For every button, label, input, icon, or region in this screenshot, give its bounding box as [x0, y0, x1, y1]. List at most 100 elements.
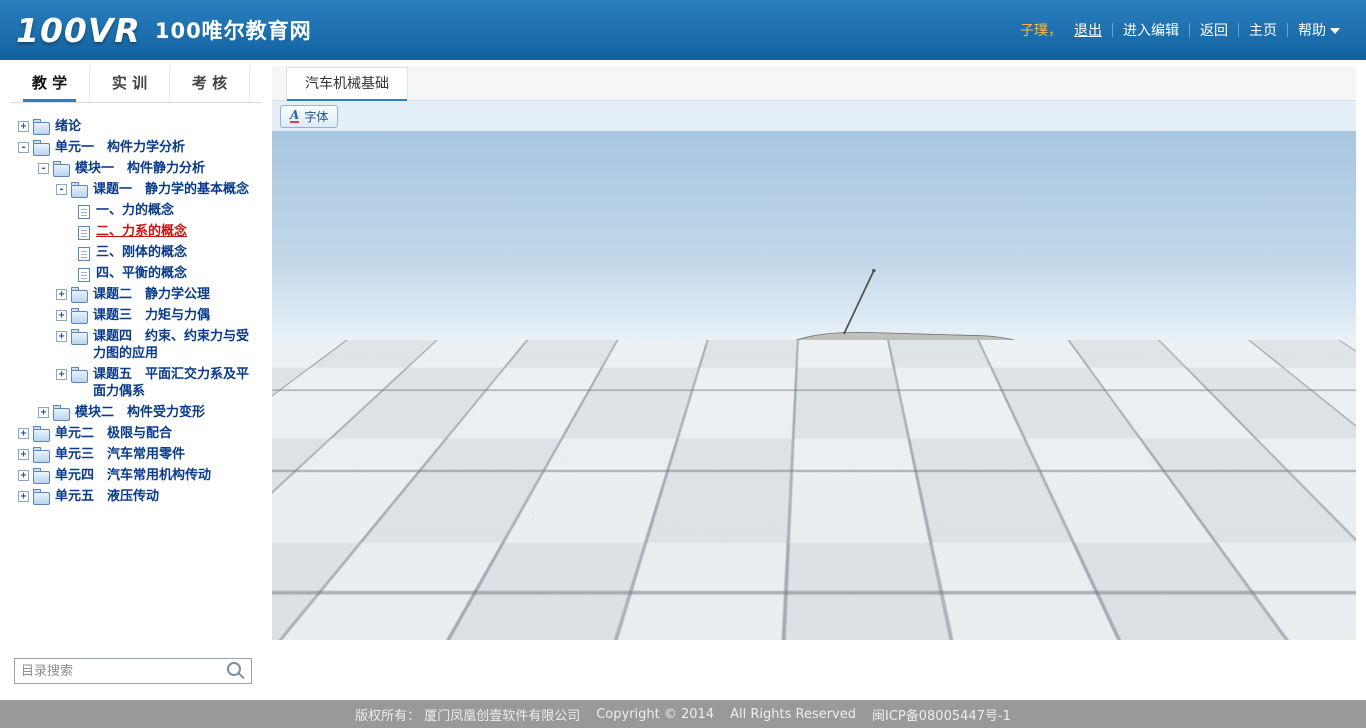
tab-training[interactable]: 实 训: [90, 66, 170, 102]
header-brand: 100VR 100唯尔教育网: [16, 0, 312, 60]
player-control-bar: [272, 592, 1356, 640]
logout-link[interactable]: 退出: [1064, 20, 1112, 40]
tree-item-label[interactable]: 二、力系的概念: [96, 223, 187, 240]
tree-item-selected[interactable]: 二、力系的概念: [10, 221, 262, 242]
header: 100VR 100唯尔教育网 子璞， 退出 进入编辑 返回 主页 帮助: [0, 0, 1366, 60]
expand-minus-icon[interactable]: -: [18, 142, 29, 153]
expand-plus-icon[interactable]: +: [18, 449, 29, 460]
viewer-3d[interactable]: [272, 131, 1356, 640]
copyright-owner: 版权所有： 厦门凤凰创壹软件有限公司: [355, 705, 580, 724]
tree-item-label[interactable]: 四、平衡的概念: [96, 265, 187, 282]
tree-item[interactable]: + 单元三 汽车常用零件: [10, 444, 262, 465]
expand-plus-icon[interactable]: +: [18, 121, 29, 132]
expand-minus-icon[interactable]: -: [56, 184, 67, 195]
header-nav: 子璞， 退出 进入编辑 返回 主页 帮助: [1020, 0, 1350, 60]
tab-assessment[interactable]: 考 核: [170, 66, 250, 102]
search-input[interactable]: [15, 664, 227, 679]
seek-track[interactable]: [272, 586, 1356, 588]
font-icon: A: [290, 109, 299, 123]
tree-item[interactable]: + 单元五 液压传动: [10, 486, 262, 507]
help-label: 帮助: [1298, 23, 1326, 39]
tab-teaching[interactable]: 教 学: [10, 66, 90, 102]
tree-item-label[interactable]: 课题一 静力学的基本概念: [93, 181, 249, 198]
play-button[interactable]: [290, 599, 324, 633]
folder-icon: [33, 429, 50, 442]
tree-item-label[interactable]: 模块一 构件静力分析: [75, 160, 205, 177]
tree-item[interactable]: + 模块二 构件受力变形: [10, 402, 262, 423]
font-button[interactable]: A 字体: [280, 105, 338, 128]
site-name: 100唯尔教育网: [155, 15, 312, 45]
tree-item[interactable]: - 模块一 构件静力分析: [10, 158, 262, 179]
expand-plus-icon[interactable]: +: [56, 310, 67, 321]
help-menu[interactable]: 帮助: [1288, 20, 1350, 40]
catalog-search-box[interactable]: [14, 658, 252, 684]
course-tree: + 绪论 - 单元一 构件力学分析 - 模块一 构件静力分析 - 课题一 静力学…: [10, 108, 262, 646]
tree-item-label[interactable]: 课题二 静力学公理: [93, 286, 210, 303]
expand-plus-icon[interactable]: +: [18, 428, 29, 439]
fast-forward-button[interactable]: [490, 599, 524, 633]
tab-course-title[interactable]: 汽车机械基础: [286, 67, 408, 100]
tree-item[interactable]: + 单元四 汽车常用机构传动: [10, 465, 262, 486]
logo[interactable]: 100VR: [16, 11, 141, 50]
tree-item-label[interactable]: 模块二 构件受力变形: [75, 404, 205, 421]
play-icon: [303, 609, 315, 623]
video-camera-icon[interactable]: [1318, 608, 1348, 628]
rewind-icon: [452, 610, 468, 622]
expand-plus-icon[interactable]: +: [18, 470, 29, 481]
tree-item-label[interactable]: 单元二 极限与配合: [55, 425, 172, 442]
seek-bar[interactable]: [272, 581, 1356, 592]
tree-item-label[interactable]: 课题三 力矩与力偶: [93, 307, 210, 324]
tree-item[interactable]: + 课题二 静力学公理: [10, 284, 262, 305]
sidebar-tabs: 教 学 实 训 考 核: [10, 66, 262, 103]
tree-item-label[interactable]: 课题五 平面汇交力系及平面力偶系: [93, 366, 258, 400]
expand-plus-icon[interactable]: +: [56, 289, 67, 300]
tree-item-label[interactable]: 单元五 液压传动: [55, 488, 159, 505]
back-link[interactable]: 返回: [1190, 20, 1238, 40]
enter-edit-link[interactable]: 进入编辑: [1113, 20, 1189, 40]
folder-icon: [71, 370, 88, 383]
tree-item[interactable]: + 单元二 极限与配合: [10, 423, 262, 444]
expand-minus-icon[interactable]: -: [38, 163, 49, 174]
tree-item-label[interactable]: 绪论: [55, 118, 81, 135]
tree-item[interactable]: + 课题五 平面汇交力系及平面力偶系: [10, 364, 262, 402]
rewind-button[interactable]: [443, 599, 477, 633]
tree-item-label[interactable]: 单元一 构件力学分析: [55, 139, 185, 156]
tree-item-label[interactable]: 课题四 约束、约束力与受力图的应用: [93, 328, 258, 362]
decoration-swoosh: [1026, 592, 1356, 640]
folder-icon: [71, 185, 88, 198]
tree-item[interactable]: 三、刚体的概念: [10, 242, 262, 263]
seek-handle[interactable]: [274, 583, 282, 591]
content-tab-bar: 汽车机械基础: [272, 66, 1356, 101]
tree-item-label[interactable]: 单元三 汽车常用零件: [55, 446, 185, 463]
folder-icon: [71, 290, 88, 303]
tree-item[interactable]: - 单元一 构件力学分析: [10, 137, 262, 158]
tree-item-label[interactable]: 单元四 汽车常用机构传动: [55, 467, 211, 484]
pause-button[interactable]: [337, 599, 371, 633]
tree-item-label[interactable]: 三、刚体的概念: [96, 244, 187, 261]
folder-icon: [33, 122, 50, 135]
tree-item[interactable]: - 课题一 静力学的基本概念: [10, 179, 262, 200]
document-icon: [78, 247, 90, 261]
tree-item[interactable]: + 绪论: [10, 116, 262, 137]
folder-icon: [53, 408, 70, 421]
tree-item[interactable]: + 课题四 约束、约束力与受力图的应用: [10, 326, 262, 364]
home-link[interactable]: 主页: [1239, 20, 1287, 40]
search-icon[interactable]: [227, 662, 241, 676]
icp-number: 闽ICP备08005447号-1: [872, 705, 1011, 724]
expand-plus-icon[interactable]: +: [38, 407, 49, 418]
tree-item[interactable]: 一、力的概念: [10, 200, 262, 221]
expand-plus-icon[interactable]: +: [56, 369, 67, 380]
expand-plus-icon[interactable]: +: [56, 331, 67, 342]
expand-plus-icon[interactable]: +: [18, 491, 29, 502]
car-3d-model[interactable]: [370, 246, 1216, 625]
font-button-label: 字体: [304, 108, 328, 125]
folder-icon: [33, 450, 50, 463]
main-panel: 汽车机械基础 A 字体: [272, 66, 1356, 698]
stop-button[interactable]: [384, 599, 418, 633]
tree-item[interactable]: + 课题三 力矩与力偶: [10, 305, 262, 326]
fast-forward-icon: [499, 610, 515, 622]
tree-item[interactable]: 四、平衡的概念: [10, 263, 262, 284]
chevron-down-icon: [1330, 28, 1340, 34]
tree-item-label[interactable]: 一、力的概念: [96, 202, 174, 219]
folder-icon: [71, 311, 88, 324]
